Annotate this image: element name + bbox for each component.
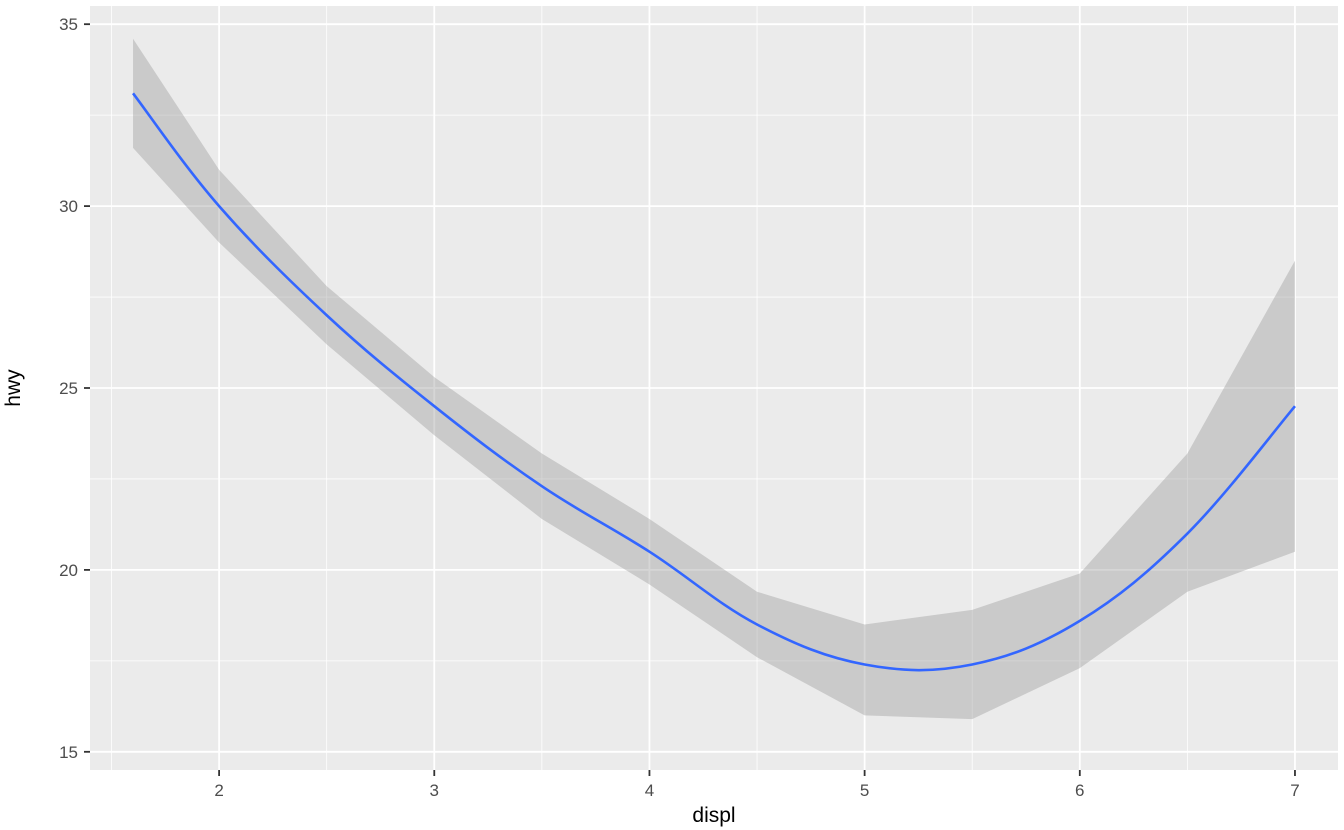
x-tick-label: 5	[860, 781, 869, 800]
y-tick-label: 20	[59, 561, 78, 580]
x-tick-label: 2	[214, 781, 223, 800]
x-axis-title: displ	[692, 804, 735, 827]
y-tick-label: 30	[59, 197, 78, 216]
y-axis-title: hwy	[2, 369, 25, 407]
y-tick-label: 15	[59, 743, 78, 762]
chart-svg: 2 3 4 5 6 7 15 20 25 30 35 displ hwy	[0, 0, 1344, 830]
x-tick-label: 3	[430, 781, 439, 800]
x-tick-label: 6	[1075, 781, 1084, 800]
y-tick-label: 25	[59, 379, 78, 398]
x-tick-label: 7	[1290, 781, 1299, 800]
chart-container: 2 3 4 5 6 7 15 20 25 30 35 displ hwy	[0, 0, 1344, 830]
x-tick-label: 4	[645, 781, 654, 800]
y-tick-label: 35	[59, 15, 78, 34]
